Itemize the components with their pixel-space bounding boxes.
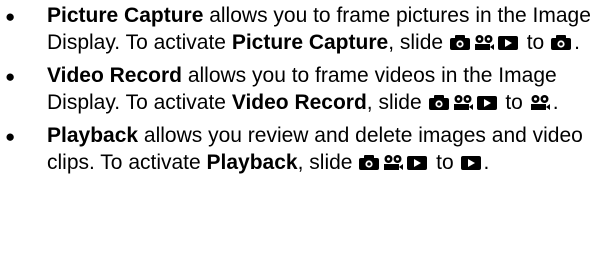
play-icon [406, 154, 428, 171]
play-icon [476, 94, 498, 111]
video-icon [529, 94, 551, 111]
term-picture-capture: Picture Capture [47, 4, 204, 27]
list-item-video-record: ● Video Record allows you to frame video… [0, 62, 594, 116]
period: . [552, 91, 559, 114]
list-item-playback: ● Playback allows you review and delete … [0, 122, 594, 176]
slide-text: , slide [388, 31, 449, 54]
video-icon [382, 154, 404, 171]
term-playback: Playback [206, 151, 298, 174]
feature-list: ● Picture Capture allows you to frame pi… [0, 0, 594, 176]
bullet: ● [5, 127, 16, 146]
document: ● Picture Capture allows you to frame pi… [0, 0, 594, 267]
to-text: to [430, 151, 460, 174]
video-icon [473, 34, 495, 51]
slide-text: , slide [366, 91, 428, 114]
video-icon [452, 94, 474, 111]
bullet: ● [5, 67, 16, 86]
play-icon [460, 154, 482, 171]
camera-icon [358, 154, 380, 171]
camera-icon [550, 34, 572, 51]
slide-text: , slide [297, 151, 359, 174]
camera-icon [428, 94, 450, 111]
to-text: to [520, 31, 551, 54]
list-item-picture-capture: ● Picture Capture allows you to frame pi… [0, 0, 594, 56]
period: . [483, 151, 490, 174]
period: . [574, 31, 580, 54]
bullet: ● [5, 7, 16, 26]
term-video-record: Video Record [231, 91, 367, 114]
play-icon [497, 34, 519, 51]
to-text: to [499, 91, 529, 114]
term-video-record: Video Record [47, 64, 182, 87]
camera-icon [449, 34, 471, 51]
term-playback: Playback [47, 124, 139, 147]
term-picture-capture: Picture Capture [231, 31, 389, 54]
